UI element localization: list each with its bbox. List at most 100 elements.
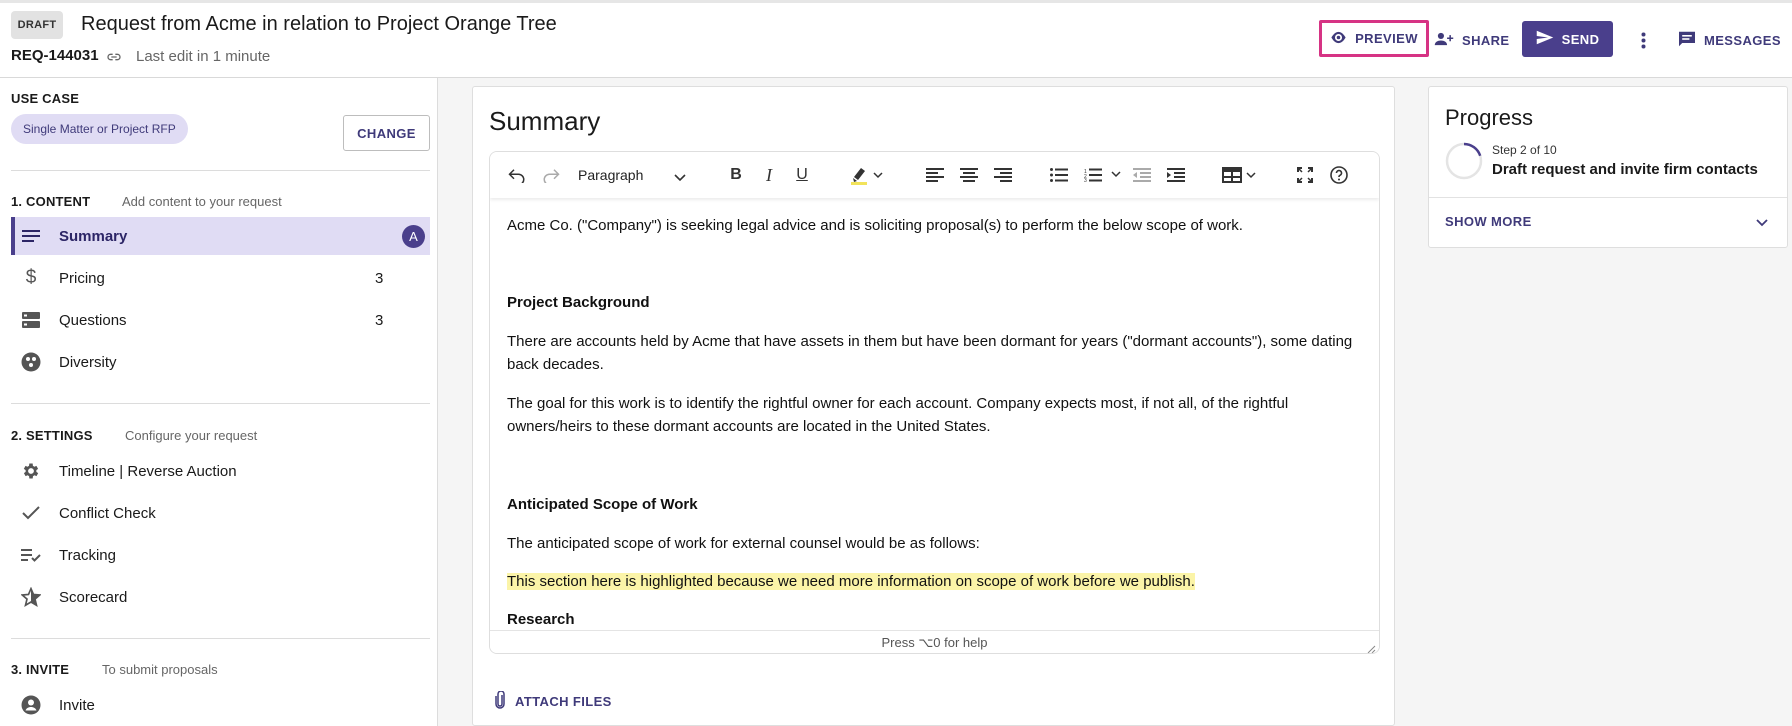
heading-project-background: Project Background [507,294,650,311]
questions-count: 3 [375,311,384,329]
content-section-label: 1. CONTENT [11,194,91,209]
header: DRAFT Request from Acme in relation to P… [0,0,1792,78]
sidebar-item-label: Tracking [59,546,116,564]
lines-icon [21,226,41,246]
link-icon[interactable] [105,49,123,65]
bullet-list-icon[interactable] [1050,165,1068,185]
paragraph: Acme Co. ("Company") is seeking legal ad… [507,217,1243,234]
editor-status-bar: Press ⌥0 for help [490,630,1379,653]
page-title: Summary [489,106,601,136]
use-case-chip: Single Matter or Project RFP [11,114,188,144]
change-button[interactable]: CHANGE [343,115,430,151]
sidebar-item-label: Conflict Check [59,504,156,522]
invite-section-label: 3. INVITE [11,662,70,677]
sidebar-item-label: Scorecard [59,588,128,606]
align-right-icon[interactable] [994,165,1012,185]
underline-icon[interactable]: U [794,165,810,185]
sidebar-item-pricing[interactable]: $ Pricing 3 [11,259,430,297]
highlighted-text: This section here is highlighted because… [507,573,1195,590]
paragraph-style-value: Paragraph [578,167,644,183]
sidebar-item-summary[interactable]: Summary A [11,217,430,255]
attach-files-button[interactable]: ATTACH FILES [495,690,612,712]
progress-card: Progress Step 2 of 10 Draft request and … [1428,86,1788,248]
sidebar-item-diversity[interactable]: Diversity [11,343,430,381]
resize-handle-icon[interactable] [1367,642,1376,653]
paragraph-style-select[interactable]: Paragraph [572,161,692,189]
sidebar-item-label: Invite [59,696,95,714]
sidebar: USE CASE Single Matter or Project RFP CH… [0,78,438,726]
divider [11,403,430,404]
sidebar-item-label: Diversity [59,353,117,371]
checklist-icon [21,545,41,565]
progress-step: Step 2 of 10 [1492,143,1557,157]
sidebar-item-label: Timeline | Reverse Auction [59,462,237,480]
fullscreen-icon[interactable] [1296,165,1314,185]
message-icon [1678,31,1696,50]
highlighted-paragraph: This section here is highlighted because… [507,570,1367,593]
chevron-down-icon[interactable] [1754,214,1770,230]
sidebar-item-timeline[interactable]: Timeline | Reverse Auction [11,452,430,490]
paragraph: The goal for this work is to identify th… [507,395,1289,435]
attach-files-label: ATTACH FILES [515,694,612,709]
dollar-icon: $ [25,267,37,288]
sidebar-item-conflict-check[interactable]: Conflict Check [11,494,430,532]
highlight-color-icon[interactable] [850,165,884,185]
divider [11,170,430,171]
italic-icon[interactable]: I [762,165,776,185]
share-label: SHARE [1462,32,1510,48]
sidebar-item-questions[interactable]: Questions 3 [11,301,430,339]
heading-scope-of-work: Anticipated Scope of Work [507,496,698,513]
divider [1429,197,1787,198]
progress-title: Progress [1445,105,1534,130]
redo-icon[interactable] [541,165,561,185]
table-icon[interactable] [1222,165,1258,185]
send-icon [1536,30,1554,48]
request-id: REQ-144031 [11,47,99,64]
sidebar-item-tracking[interactable]: Tracking [11,536,430,574]
preview-button[interactable]: PREVIEW [1319,20,1429,57]
align-left-icon[interactable] [926,165,944,185]
invite-section-desc: To submit proposals [102,662,218,677]
paragraph: There are accounts held by Acme that hav… [507,333,1353,373]
eye-icon [1330,31,1347,47]
bold-icon[interactable]: B [727,165,745,185]
more-options-icon[interactable] [1636,25,1650,55]
send-button[interactable]: SEND [1522,21,1613,57]
sidebar-item-scorecard[interactable]: Scorecard [11,578,430,616]
rich-text-editor[interactable]: Paragraph B I U 1 2 3 Acme Co. ("Company… [489,151,1380,654]
person-icon [21,695,41,715]
messages-button[interactable]: MESSAGES [1678,25,1781,55]
messages-label: MESSAGES [1704,32,1781,48]
paragraph: The anticipated scope of work for extern… [507,535,980,552]
show-more-button[interactable]: SHOW MORE [1445,214,1532,229]
help-icon[interactable] [1330,165,1348,185]
sidebar-item-label: Summary [59,227,128,245]
check-icon [21,503,41,523]
indent-icon[interactable] [1167,165,1185,185]
help-hint: Press ⌥0 for help [881,634,988,650]
sidebar-item-label: Questions [59,311,127,329]
paperclip-icon [495,690,505,712]
numbered-list-icon[interactable]: 123 [1084,165,1124,185]
progress-description: Draft request and invite firm contacts [1492,161,1758,178]
assignee-avatar: A [402,225,425,248]
share-button[interactable]: SHARE [1434,25,1510,55]
heading-research: Research [507,611,575,628]
sidebar-item-label: Pricing [59,269,105,287]
settings-section-label: 2. SETTINGS [11,428,93,443]
send-label: SEND [1561,31,1600,47]
preview-label: PREVIEW [1355,31,1418,46]
gear-icon [21,461,41,481]
star-icon [21,587,41,607]
pricing-count: 3 [375,269,384,287]
outdent-icon[interactable] [1133,165,1151,185]
sidebar-item-invite[interactable]: Invite [11,686,430,724]
draft-badge: DRAFT [11,11,63,39]
chevron-down-icon [674,169,686,185]
request-title: Request from Acme in relation to Project… [81,13,557,35]
progress-ring [1445,142,1483,180]
person-add-icon [1434,31,1454,50]
align-center-icon[interactable] [960,165,978,185]
divider [11,638,430,639]
undo-icon[interactable] [507,165,527,185]
